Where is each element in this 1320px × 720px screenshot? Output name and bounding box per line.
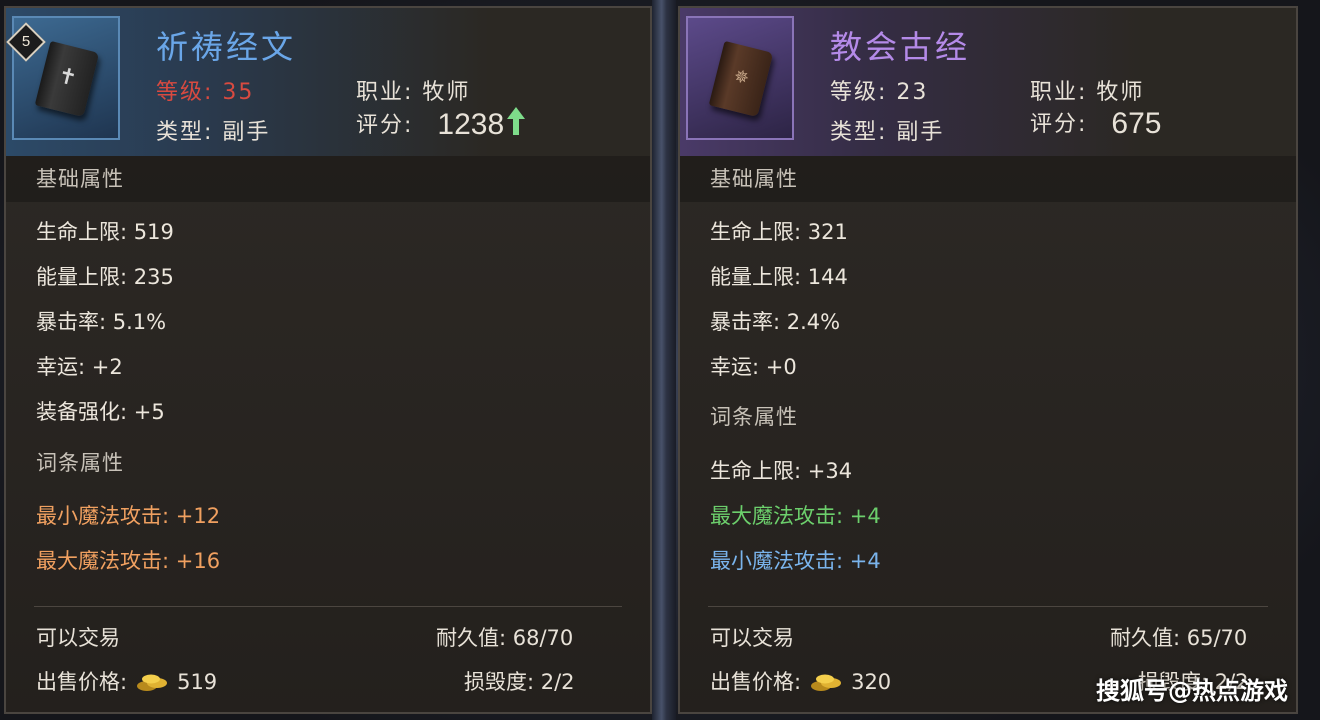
item-class: 职业: 牧师: [1030, 80, 1145, 105]
item-title: 祈祷经文: [156, 28, 297, 66]
durability: 耐久值: 68/70: [436, 626, 574, 650]
affix-attributes-header: 词条属性: [710, 405, 798, 429]
sell-price: 出售价格: 519: [36, 670, 218, 694]
old-scripture-book-icon: ✵: [708, 40, 774, 118]
tradable-label: 可以交易: [710, 626, 794, 650]
background-scenery: [652, 0, 676, 720]
affix-min-magic-attack: 最小魔法攻击: +4: [710, 549, 881, 573]
attr-enhance: 装备强化: +5: [36, 400, 165, 424]
item-tooltip-right: ✵ 教会古经 等级: 23 职业: 牧师 类型: 副手 评分: 675 基础属性 …: [678, 6, 1298, 714]
tradable-label: 可以交易: [36, 626, 120, 650]
affix-attributes-header: 词条属性: [36, 451, 124, 475]
item-type: 类型: 副手: [830, 120, 945, 145]
base-attributes-header: 基础属性: [680, 156, 1296, 202]
gold-coin-icon: [811, 674, 842, 691]
attr-mp: 能量上限: 144: [710, 265, 848, 289]
footer-divider: [708, 606, 1268, 607]
item-grade: 等级: 35: [156, 80, 255, 105]
gold-coin-icon: [137, 674, 168, 691]
source-watermark: 搜狐号@热点游戏: [1096, 677, 1288, 705]
item-grade: 等级: 23: [830, 80, 929, 105]
affix-max-magic-attack: 最大魔法攻击: +16: [36, 549, 221, 573]
up-arrow-icon: [507, 107, 526, 135]
attr-crit: 暴击率: 5.1%: [36, 310, 167, 334]
attr-mp: 能量上限: 235: [36, 265, 174, 289]
attr-hp: 生命上限: 321: [710, 220, 848, 244]
attr-crit: 暴击率: 2.4%: [710, 310, 841, 334]
attr-luck: 幸运: +2: [36, 355, 123, 379]
affix-max-magic-attack: 最大魔法攻击: +4: [710, 504, 881, 528]
attr-hp: 生命上限: 519: [36, 220, 174, 244]
base-attributes-header: 基础属性: [6, 156, 650, 202]
damage-level: 损毁度: 2/2: [464, 670, 575, 694]
affix-min-magic-attack: 最小魔法攻击: +12: [36, 504, 221, 528]
item-class: 职业: 牧师: [356, 80, 471, 105]
item-score: 评分: 1238: [356, 106, 526, 142]
sell-price: 出售价格: 320: [710, 670, 892, 694]
attr-luck: 幸运: +0: [710, 355, 797, 379]
affix-hp: 生命上限: +34: [710, 459, 853, 483]
durability: 耐久值: 65/70: [1110, 626, 1248, 650]
item-title: 教会古经: [830, 28, 971, 66]
item-icon-slot[interactable]: ✵: [686, 16, 794, 140]
prayer-book-icon: ✝: [34, 40, 100, 118]
footer-divider: [34, 606, 622, 607]
item-score: 评分: 675: [1030, 107, 1162, 140]
item-tooltip-left: ✝ 5 祈祷经文 等级: 35 职业: 牧师 类型: 副手 评分: 1238 基础…: [4, 6, 652, 714]
item-type: 类型: 副手: [156, 120, 271, 145]
